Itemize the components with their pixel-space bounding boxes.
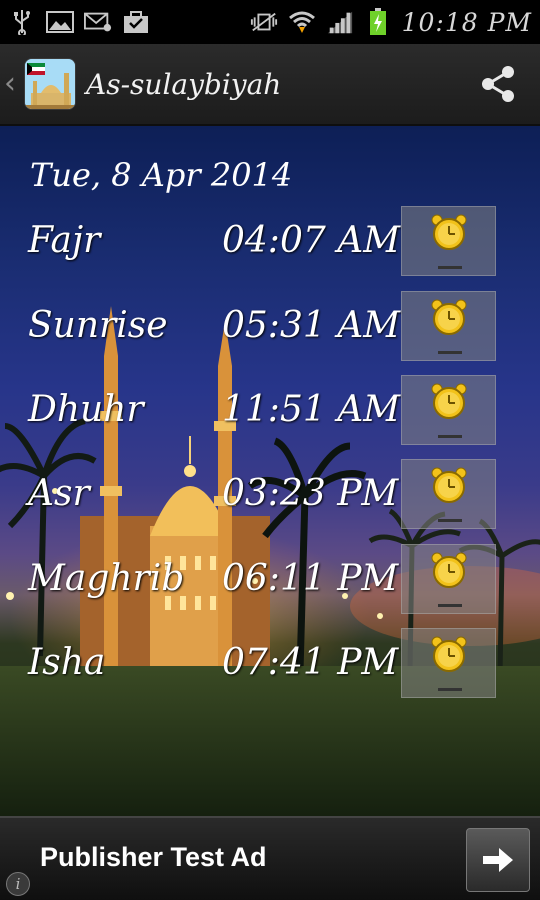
signal-icon — [326, 9, 354, 35]
alarm-toggle-button[interactable] — [401, 544, 496, 614]
alarm-toggle-button[interactable] — [401, 459, 496, 529]
usb-icon — [8, 9, 36, 35]
prayer-times-panel: Tue, 8 Apr 2014 Fajr 04:07 AM Sunrise 05:31… — [0, 126, 540, 816]
prayer-time: 06:11 PM — [222, 558, 399, 599]
alarm-toggle-button[interactable] — [401, 206, 496, 276]
prayer-name: Asr — [28, 473, 90, 514]
alarm-state-indicator — [438, 688, 462, 691]
prayer-row: Sunrise 05:31 AM — [0, 291, 540, 363]
system-icons: 10:18 PM — [250, 8, 532, 37]
prayer-name: Maghrib — [28, 558, 185, 599]
prayer-name: Dhuhr — [28, 389, 144, 430]
ad-go-button[interactable] — [466, 828, 530, 892]
arrow-right-icon — [483, 848, 513, 872]
alarm-state-indicator — [438, 604, 462, 607]
alarm-clock-icon — [431, 383, 467, 419]
clock: 10:18 PM — [401, 7, 532, 37]
share-icon — [482, 66, 514, 102]
ad-text[interactable]: Publisher Test Ad — [40, 842, 267, 873]
prayer-row: Maghrib 06:11 PM — [0, 544, 540, 616]
prayer-time: 11:51 AM — [222, 389, 401, 430]
alarm-clock-icon — [431, 552, 467, 588]
status-bar: 10:18 PM — [0, 0, 540, 44]
app-logo-icon[interactable] — [24, 58, 76, 110]
back-caret-icon[interactable]: ‹ — [4, 69, 22, 99]
email-icon — [84, 9, 112, 35]
prayer-name: Sunrise — [28, 305, 168, 346]
alarm-clock-icon — [431, 636, 467, 672]
date-label: Tue, 8 Apr 2014 — [30, 156, 293, 194]
alarm-state-indicator — [438, 519, 462, 522]
alarm-state-indicator — [438, 266, 462, 269]
alarm-clock-icon — [431, 214, 467, 250]
prayer-time: 04:07 AM — [222, 220, 401, 261]
prayer-name: Isha — [28, 642, 106, 683]
prayer-row: Fajr 04:07 AM — [0, 206, 540, 278]
image-icon — [46, 9, 74, 35]
battery-charging-icon — [364, 8, 392, 35]
notification-icons — [8, 9, 150, 35]
prayer-time: 05:31 AM — [222, 305, 401, 346]
prayer-row: Isha 07:41 PM — [0, 628, 540, 700]
ad-banner[interactable]: Publisher Test Ad i — [0, 816, 540, 900]
bag-icon — [122, 9, 150, 35]
alarm-toggle-button[interactable] — [401, 628, 496, 698]
alarm-state-indicator — [438, 435, 462, 438]
ad-info-icon[interactable]: i — [6, 872, 30, 896]
alarm-toggle-button[interactable] — [401, 291, 496, 361]
prayer-row: Dhuhr 11:51 AM — [0, 375, 540, 447]
prayer-time: 03:23 PM — [222, 473, 399, 514]
prayer-row: Asr 03:23 PM — [0, 459, 540, 531]
alarm-clock-icon — [431, 299, 467, 335]
alarm-clock-icon — [431, 467, 467, 503]
alarm-state-indicator — [438, 351, 462, 354]
prayer-time: 07:41 PM — [222, 642, 399, 683]
action-bar: ‹ As-sulaybiyah — [0, 44, 540, 126]
wifi-icon — [288, 9, 316, 35]
alarm-toggle-button[interactable] — [401, 375, 496, 445]
mute-vibrate-icon — [250, 9, 278, 35]
prayer-name: Fajr — [28, 220, 101, 261]
share-button[interactable] — [476, 62, 520, 106]
page-title: As-sulaybiyah — [86, 67, 282, 101]
